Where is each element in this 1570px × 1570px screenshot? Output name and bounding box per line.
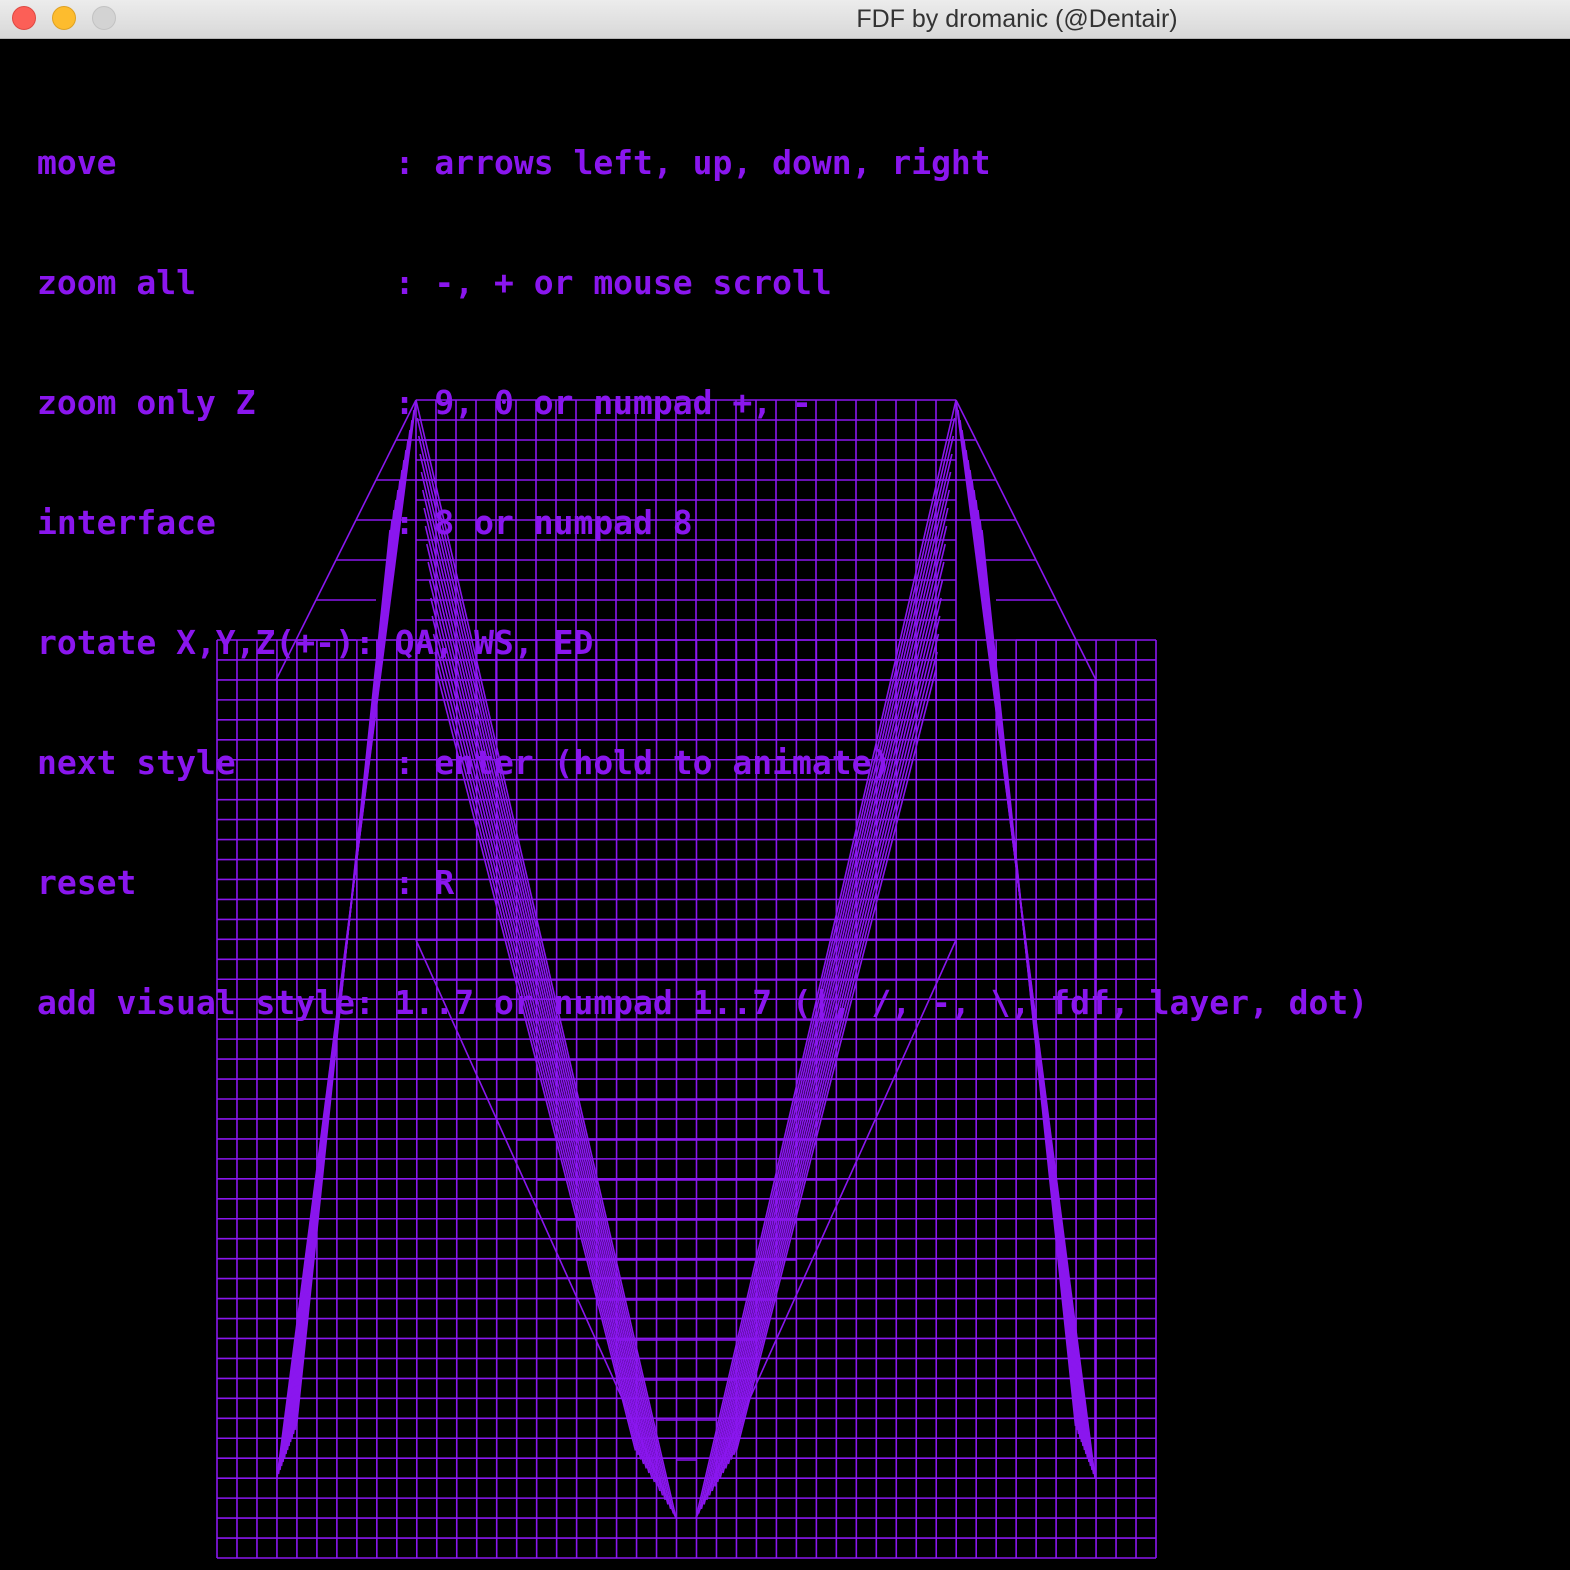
inner-right-hatch — [708, 489, 951, 1496]
wireframe-canvas[interactable] — [0, 40, 1570, 1570]
inner-left-hatch — [426, 543, 656, 1483]
inner-right-hatch — [706, 471, 952, 1501]
fdf-window: FDF by dromanic (@Dentair) move : arrows… — [0, 0, 1570, 1570]
inner-left-hatch — [431, 615, 645, 1465]
inner-right-hatch — [727, 615, 941, 1465]
wireframe-mesh — [216, 399, 1157, 1559]
inner-right-hatch — [733, 651, 938, 1456]
right-step-edge — [1015, 519, 1037, 561]
right-step-edge — [995, 479, 1017, 521]
minimize-button[interactable] — [52, 6, 76, 30]
inner-left-hatch — [421, 489, 664, 1496]
right-step-edge — [1035, 559, 1057, 601]
left-step-edge — [355, 479, 377, 521]
inner-left-hatch — [420, 471, 666, 1501]
left-step-edge — [295, 599, 317, 641]
right-step-edge — [975, 439, 997, 481]
right-step-edge — [1055, 599, 1077, 641]
left-step-edge — [315, 559, 337, 601]
inner-left-hatch — [424, 525, 658, 1487]
inner-right-hatch — [714, 525, 948, 1487]
left-leg-hatch — [295, 529, 391, 1427]
title-bar[interactable]: FDF by dromanic (@Dentair) — [0, 0, 1570, 39]
close-button[interactable] — [12, 6, 36, 30]
left-step-edge — [375, 439, 397, 481]
inner-right-hatch — [716, 543, 946, 1483]
window-title: FDF by dromanic (@Dentair) — [856, 5, 1178, 33]
left-step-edge — [335, 519, 357, 561]
zoom-button[interactable] — [92, 6, 116, 30]
inner-left-hatch — [416, 417, 675, 1514]
